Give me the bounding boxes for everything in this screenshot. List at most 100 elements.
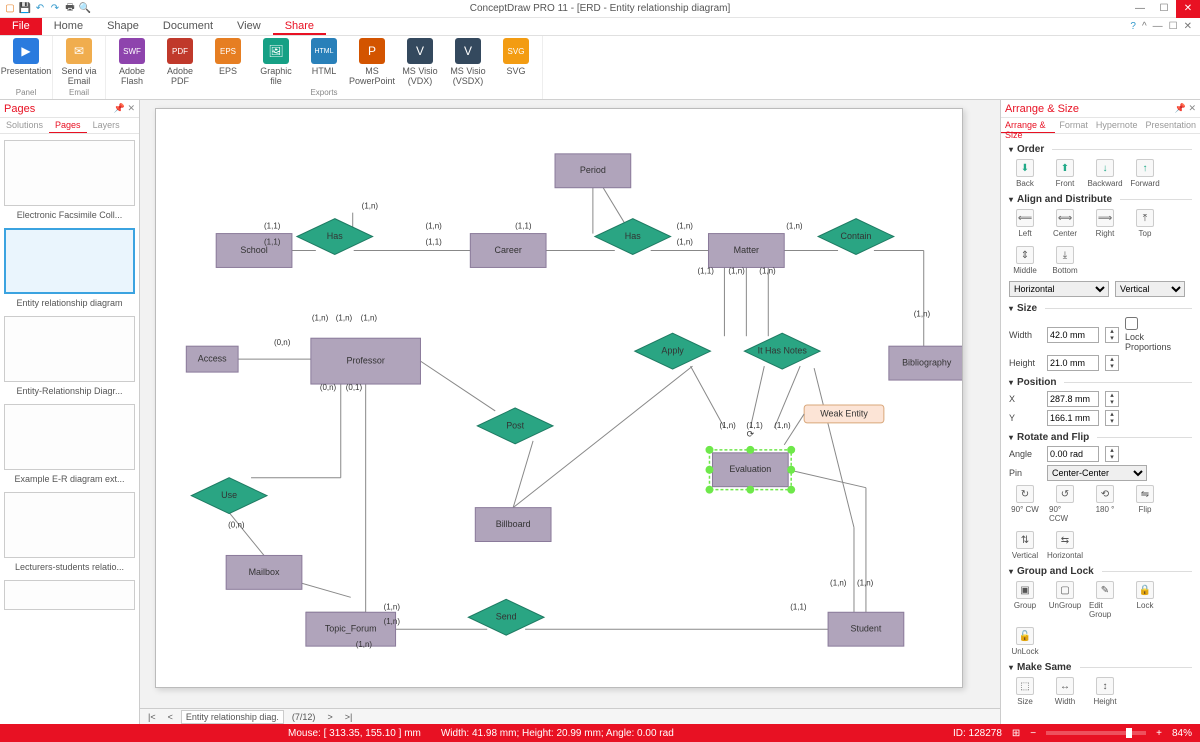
align-left-button[interactable]: ⟸Left	[1009, 209, 1041, 238]
section-group[interactable]: Group and Lock	[1009, 566, 1192, 577]
mdi-max-icon[interactable]: ☐	[1169, 21, 1178, 32]
maximize-button[interactable]: ☐	[1152, 0, 1176, 18]
section-position[interactable]: Position	[1009, 377, 1192, 388]
export-ppt-button[interactable]: PMS PowerPoint	[350, 38, 394, 86]
pos-y-spinner[interactable]: ▴▾	[1105, 410, 1119, 426]
pos-y-input[interactable]	[1047, 410, 1099, 426]
mdi-min-icon[interactable]: —	[1153, 21, 1163, 32]
width-input[interactable]	[1047, 327, 1099, 343]
minimize-button[interactable]: —	[1128, 0, 1152, 18]
lock-button[interactable]: 🔒Lock	[1129, 581, 1161, 619]
order-back-button[interactable]: ⬇Back	[1009, 159, 1041, 188]
rtab-arrange-size[interactable]: Arrange & Size	[1001, 118, 1055, 133]
tab-nav-prev[interactable]: <	[164, 711, 177, 723]
zoom-out-button[interactable]: −	[1030, 728, 1036, 739]
tab-file[interactable]: File	[0, 18, 42, 35]
width-spinner[interactable]: ▴▾	[1105, 327, 1119, 343]
rtab-format[interactable]: Format	[1055, 118, 1092, 133]
zoom-in-button[interactable]: +	[1156, 728, 1162, 739]
thumb-item[interactable]	[4, 580, 135, 610]
ribbon-opt-icon[interactable]: ^	[1142, 21, 1147, 32]
makesame-size-button[interactable]: ⬚Size	[1009, 677, 1041, 706]
tab-shape[interactable]: Shape	[95, 18, 151, 35]
export-graphic-button[interactable]: 🖼Graphic file	[254, 38, 298, 86]
thumb-item[interactable]	[4, 140, 135, 206]
angle-spinner[interactable]: ▴▾	[1105, 446, 1119, 462]
zoom-slider[interactable]	[1046, 731, 1146, 735]
help-icon[interactable]: ?	[1130, 21, 1136, 32]
section-order[interactable]: Order	[1009, 144, 1192, 155]
lock-proportions-checkbox[interactable]: Lock Proportions	[1125, 317, 1157, 352]
tab-nav-first[interactable]: |<	[144, 711, 160, 723]
export-visio-vdx-button[interactable]: VMS Visio (VDX)	[398, 38, 442, 86]
send-email-button[interactable]: ✉Send via Email	[57, 38, 101, 86]
tab-nav-last[interactable]: >|	[341, 711, 357, 723]
export-pdf-button[interactable]: PDFAdobe PDF	[158, 38, 202, 86]
tab-home[interactable]: Home	[42, 18, 95, 35]
align-middle-button[interactable]: ⇕Middle	[1009, 246, 1041, 275]
group-button[interactable]: ▣Group	[1009, 581, 1041, 619]
canvas-area[interactable]: PeriodSchoolCareerMatterBibliographyAcce…	[140, 100, 1000, 708]
pages-subtab-layers[interactable]: Layers	[87, 118, 126, 133]
close-button[interactable]: ✕	[1176, 0, 1200, 18]
distribute-vertical-select[interactable]: Vertical	[1115, 281, 1185, 297]
qat-preview-icon[interactable]: 🔍	[79, 3, 91, 15]
edit-group-button[interactable]: ✎Edit Group	[1089, 581, 1121, 619]
export-flash-button[interactable]: SWFAdobe Flash	[110, 38, 154, 86]
section-align[interactable]: Align and Distribute	[1009, 194, 1192, 205]
flip-button[interactable]: ⇋Flip	[1129, 485, 1161, 523]
qat-new-icon[interactable]: ▢	[4, 3, 16, 15]
canvas[interactable]: PeriodSchoolCareerMatterBibliographyAcce…	[155, 108, 963, 688]
tab-document[interactable]: Document	[151, 18, 225, 35]
align-bottom-button[interactable]: ⤓Bottom	[1049, 246, 1081, 275]
makesame-width-button[interactable]: ↔Width	[1049, 677, 1081, 706]
qat-redo-icon[interactable]: ↷	[49, 3, 61, 15]
pages-subtab-pages[interactable]: Pages	[49, 118, 87, 133]
rtab-hypernote[interactable]: Hypernote	[1092, 118, 1142, 133]
height-input[interactable]	[1047, 355, 1099, 371]
thumb-item[interactable]	[4, 316, 135, 382]
unlock-button[interactable]: 🔓UnLock	[1009, 627, 1041, 656]
order-backward-button[interactable]: ↓Backward	[1089, 159, 1121, 188]
qat-undo-icon[interactable]: ↶	[34, 3, 46, 15]
ungroup-button[interactable]: ▢UnGroup	[1049, 581, 1081, 619]
order-forward-button[interactable]: ↑Forward	[1129, 159, 1161, 188]
thumb-item[interactable]	[4, 492, 135, 558]
export-eps-button[interactable]: EPSEPS	[206, 38, 250, 86]
angle-input[interactable]	[1047, 446, 1099, 462]
makesame-height-button[interactable]: ↕Height	[1089, 677, 1121, 706]
status-icon[interactable]: ⊞	[1012, 728, 1020, 739]
order-front-button[interactable]: ⬆Front	[1049, 159, 1081, 188]
align-right-button[interactable]: ⟹Right	[1089, 209, 1121, 238]
pin-select[interactable]: Center-Center	[1047, 465, 1147, 481]
height-spinner[interactable]: ▴▾	[1105, 355, 1119, 371]
right-panel-close-icon[interactable]: 📌 ✕	[1175, 103, 1196, 114]
section-makesame[interactable]: Make Same	[1009, 662, 1192, 673]
thumb-item[interactable]	[4, 404, 135, 470]
export-visio-vsdx-button[interactable]: VMS Visio (VSDX)	[446, 38, 490, 86]
presentation-button[interactable]: ▶Presentation	[4, 38, 48, 76]
pages-subtab-solutions[interactable]: Solutions	[0, 118, 49, 133]
flip-horizontal-button[interactable]: ⇆Horizontal	[1049, 531, 1081, 560]
section-rotate[interactable]: Rotate and Flip	[1009, 432, 1192, 443]
tab-share[interactable]: Share	[273, 18, 326, 35]
pos-x-spinner[interactable]: ▴▾	[1105, 391, 1119, 407]
pos-x-input[interactable]	[1047, 391, 1099, 407]
pages-panel-close-icon[interactable]: 📌 ✕	[114, 103, 135, 114]
align-center-button[interactable]: ⟺Center	[1049, 209, 1081, 238]
thumb-item[interactable]	[4, 228, 135, 294]
align-top-button[interactable]: ⤒Top	[1129, 209, 1161, 238]
rotate-90ccw-button[interactable]: ↺90° CCW	[1049, 485, 1081, 523]
section-size[interactable]: Size	[1009, 303, 1192, 314]
doc-tab-name[interactable]: Entity relationship diag.	[181, 710, 284, 724]
tab-nav-next[interactable]: >	[323, 711, 336, 723]
rotate-90cw-button[interactable]: ↻90° CW	[1009, 485, 1041, 523]
distribute-horizontal-select[interactable]: Horizontal	[1009, 281, 1109, 297]
flip-vertical-button[interactable]: ⇅Vertical	[1009, 531, 1041, 560]
tab-view[interactable]: View	[225, 18, 273, 35]
qat-print-icon[interactable]: 🖶	[64, 3, 76, 15]
qat-save-icon[interactable]: 💾	[19, 3, 31, 15]
mdi-close-icon[interactable]: ✕	[1184, 21, 1192, 32]
rotate-180-button[interactable]: ⟲180 °	[1089, 485, 1121, 523]
rtab-presentation[interactable]: Presentation	[1141, 118, 1200, 133]
